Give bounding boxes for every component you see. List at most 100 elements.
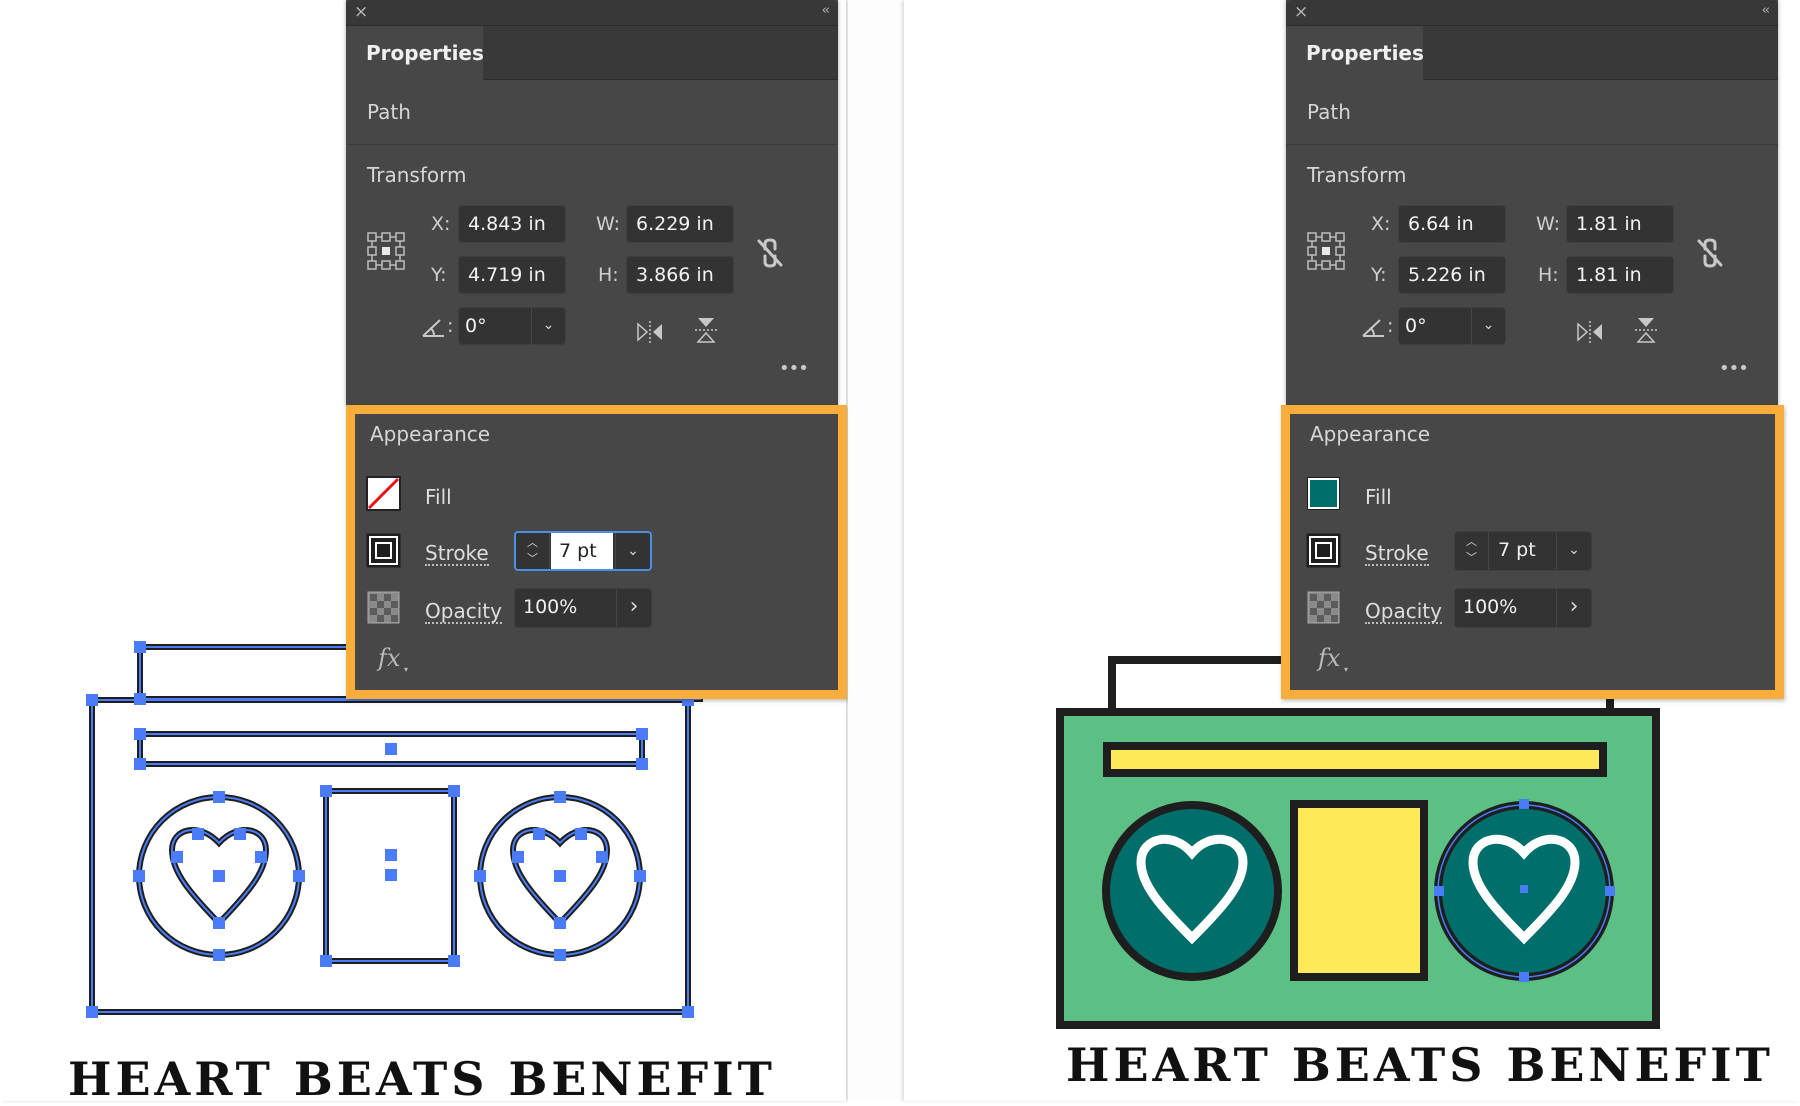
anchor-point[interactable] <box>512 851 524 863</box>
stroke-label[interactable]: Stroke <box>425 542 489 566</box>
anchor-point[interactable] <box>554 870 566 882</box>
close-icon[interactable]: × <box>1294 2 1308 22</box>
opacity-input[interactable]: 100% <box>515 589 615 627</box>
tab-properties[interactable]: Properties <box>1286 26 1424 80</box>
constrain-proportions-icon[interactable] <box>1696 237 1724 269</box>
y-input[interactable]: 4.719 in <box>458 256 566 294</box>
flip-vertical-icon[interactable] <box>1634 316 1658 344</box>
divider <box>346 144 838 145</box>
stroke-label[interactable]: Stroke <box>1365 542 1429 566</box>
constrain-proportions-icon[interactable] <box>756 237 784 269</box>
close-icon[interactable]: × <box>354 2 368 22</box>
anchor-point[interactable] <box>682 1006 694 1018</box>
x-input[interactable]: 4.843 in <box>458 205 566 243</box>
anchor-point[interactable] <box>448 955 460 967</box>
anchor-point[interactable] <box>134 693 146 705</box>
anchor-point[interactable] <box>234 828 246 840</box>
anchor-point[interactable] <box>171 851 183 863</box>
fx-effects-icon[interactable]: fx <box>1318 644 1340 672</box>
fx-dropdown-icon[interactable]: ▾ <box>1344 665 1348 674</box>
more-options-icon[interactable]: ••• <box>1719 358 1749 379</box>
height-input[interactable]: 3.866 in <box>626 256 734 294</box>
reference-point-icon[interactable] <box>367 232 405 270</box>
anchor-point[interactable] <box>385 869 397 881</box>
anchor-point[interactable] <box>213 917 225 929</box>
stroke-weight-stepper[interactable]: ︿ ﹀ 7 pt ⌄ <box>514 531 652 571</box>
opacity-label[interactable]: Opacity <box>425 600 502 624</box>
opacity-field[interactable]: 100% › <box>514 588 652 628</box>
flip-horizontal-icon[interactable] <box>636 320 664 344</box>
anchor-point[interactable] <box>134 728 146 740</box>
reference-point-icon[interactable] <box>1307 232 1345 270</box>
opacity-input[interactable]: 100% <box>1455 589 1555 627</box>
anchor-point[interactable] <box>596 851 608 863</box>
anchor-point[interactable] <box>255 851 267 863</box>
height-input[interactable]: 1.81 in <box>1566 256 1674 294</box>
anchor-point[interactable] <box>636 758 648 770</box>
chevron-down-icon[interactable]: ⌄ <box>1471 307 1505 345</box>
chevron-down-icon[interactable]: ⌄ <box>531 307 565 345</box>
anchor-point[interactable] <box>86 1006 98 1018</box>
artboard-right: HEART BEATS BENEFIT × ‹‹ Properties Path… <box>904 0 1800 1101</box>
collapse-icon[interactable]: ‹‹ <box>822 3 831 18</box>
fill-label[interactable]: Fill <box>1365 485 1392 509</box>
anchor-point[interactable] <box>134 641 146 653</box>
x-label: X: <box>431 213 451 235</box>
angle-label: : <box>447 315 454 337</box>
rotation-input[interactable]: 0° ⌄ <box>1398 307 1506 345</box>
anchor-point[interactable] <box>320 955 332 967</box>
anchor-point[interactable] <box>133 870 145 882</box>
rotation-input[interactable]: 0° ⌄ <box>458 307 566 345</box>
fx-effects-icon[interactable]: fx <box>378 644 400 672</box>
stepper-arrows-icon[interactable]: ︿ ﹀ <box>1455 532 1489 570</box>
flip-vertical-icon[interactable] <box>694 316 718 344</box>
anchor-point[interactable] <box>385 849 397 861</box>
anchor-point[interactable] <box>636 728 648 740</box>
fill-swatch-teal[interactable] <box>1306 476 1341 511</box>
opacity-field[interactable]: 100% › <box>1454 588 1592 628</box>
anchor-point[interactable] <box>474 870 486 882</box>
anchor-point[interactable] <box>293 870 305 882</box>
anchor-point[interactable] <box>554 949 566 961</box>
anchor-point[interactable] <box>86 694 98 706</box>
anchor-point[interactable] <box>213 870 225 882</box>
anchor-point[interactable] <box>385 743 397 755</box>
anchor-point[interactable] <box>213 791 225 803</box>
artboard-left: HEART BEATS BENEFIT × ‹‹ Properties Path… <box>0 0 847 1106</box>
stepper-arrows-icon[interactable]: ︿ ﹀ <box>516 533 550 569</box>
anchor-point[interactable] <box>554 917 566 929</box>
stroke-weight-stepper[interactable]: ︿ ﹀ 7 pt ⌄ <box>1454 531 1592 571</box>
anchor-point[interactable] <box>192 828 204 840</box>
anchor-point[interactable] <box>554 791 566 803</box>
x-input[interactable]: 6.64 in <box>1398 205 1506 243</box>
stroke-weight-input[interactable]: 7 pt <box>551 533 613 569</box>
collapse-icon[interactable]: ‹‹ <box>1762 3 1771 18</box>
fill-label[interactable]: Fill <box>425 485 452 509</box>
y-input[interactable]: 5.226 in <box>1398 256 1506 294</box>
width-input[interactable]: 6.229 in <box>626 205 734 243</box>
anchor-point[interactable] <box>448 785 460 797</box>
anchor-point[interactable] <box>134 758 146 770</box>
fx-dropdown-icon[interactable]: ▾ <box>404 665 408 674</box>
stroke-swatch[interactable] <box>1306 533 1341 568</box>
anchor-point[interactable] <box>575 828 587 840</box>
chevron-down-icon[interactable]: ⌄ <box>1556 532 1591 570</box>
opacity-label[interactable]: Opacity <box>1365 600 1442 624</box>
stroke-swatch[interactable] <box>366 533 401 568</box>
object-type-label: Path <box>1307 100 1351 124</box>
anchor-point[interactable] <box>320 785 332 797</box>
stroke-weight-input[interactable]: 7 pt <box>1490 532 1552 570</box>
object-type-label: Path <box>367 100 411 124</box>
anchor-point[interactable] <box>634 870 646 882</box>
chevron-right-icon[interactable]: › <box>1556 589 1591 627</box>
anchor-point[interactable] <box>533 828 545 840</box>
tab-properties[interactable]: Properties <box>346 26 484 80</box>
anchor-point[interactable] <box>213 949 225 961</box>
flip-horizontal-icon[interactable] <box>1576 320 1604 344</box>
chevron-down-icon[interactable]: ⌄ <box>615 533 650 569</box>
more-options-icon[interactable]: ••• <box>779 358 809 379</box>
y-label: Y: <box>1371 264 1387 286</box>
chevron-right-icon[interactable]: › <box>616 589 651 627</box>
fill-swatch-none[interactable] <box>366 476 401 511</box>
width-input[interactable]: 1.81 in <box>1566 205 1674 243</box>
